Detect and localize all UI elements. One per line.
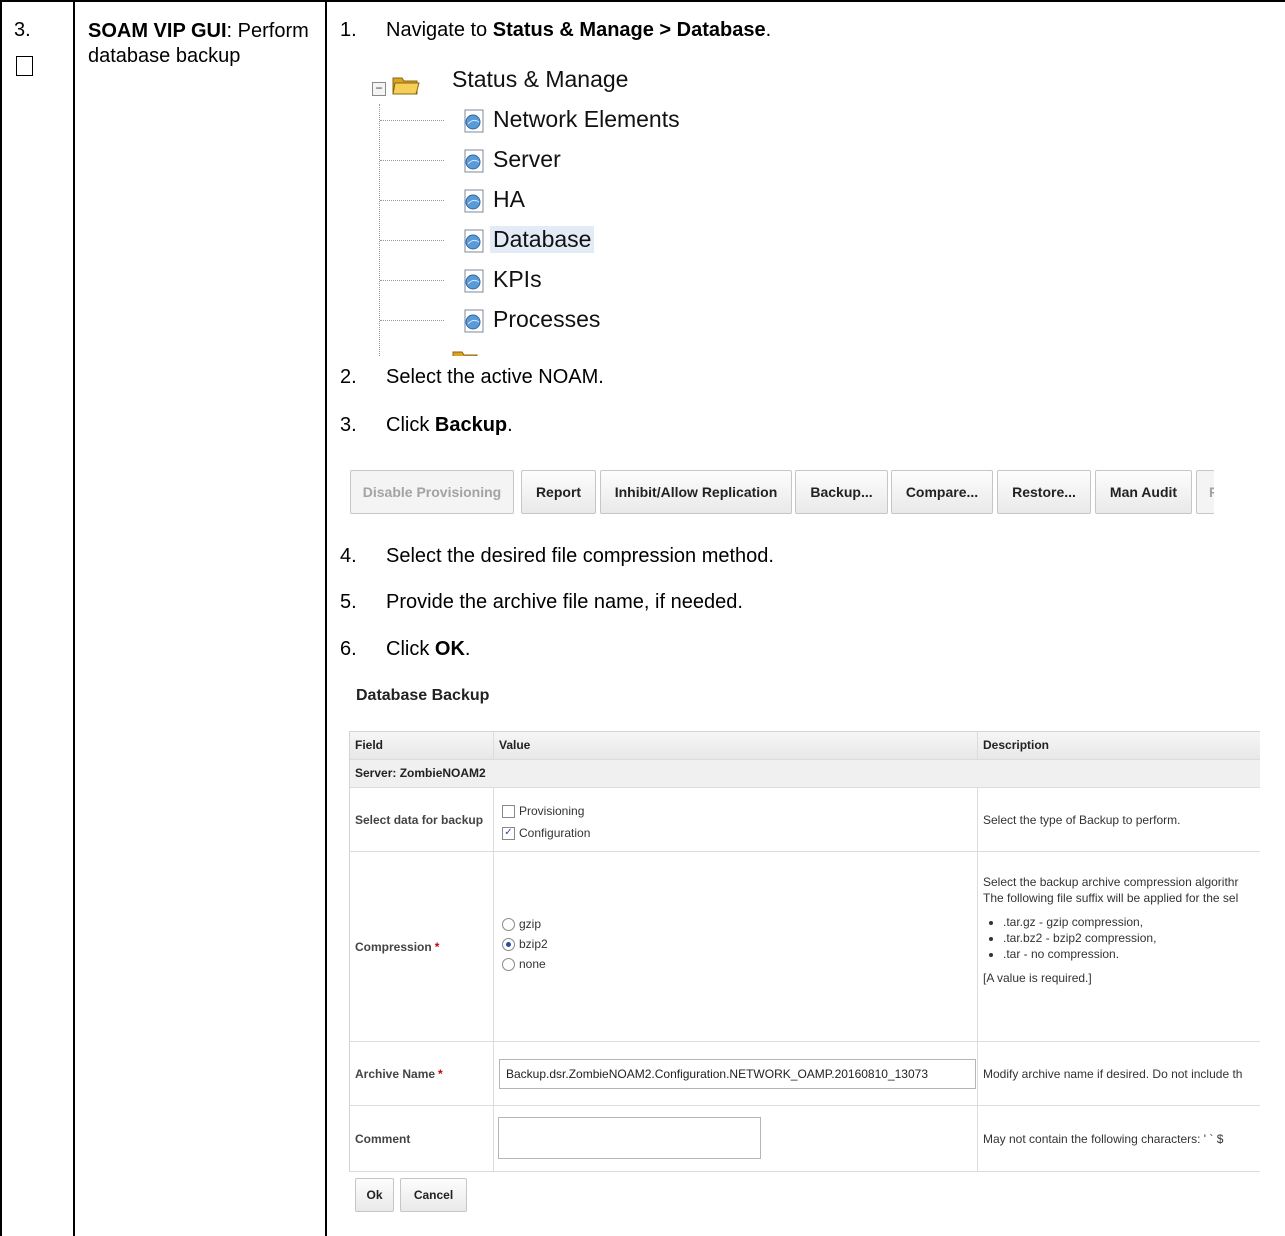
- comment-input[interactable]: [498, 1117, 761, 1159]
- tree-root-label[interactable]: Status & Manage: [452, 66, 628, 93]
- tree-item-database[interactable]: Database: [380, 222, 760, 258]
- folder-icon: [452, 351, 478, 356]
- archive-name-input[interactable]: Backup.dsr.ZombieNOAM2.Configuration.NET…: [499, 1059, 976, 1089]
- header-value: Value: [494, 732, 978, 760]
- ok-button[interactable]: Ok: [355, 1178, 394, 1212]
- instruction-6: 6. Click OK.: [340, 638, 471, 660]
- archive-name-label: Archive Name *: [350, 1042, 494, 1106]
- comment-description: May not contain the following characters…: [978, 1106, 1260, 1172]
- provisioning-option[interactable]: Provisioning: [502, 800, 969, 822]
- server-row: Server: ZombieNOAM2: [350, 760, 1260, 788]
- backup-form-table: Field Value Description Server: ZombieNO…: [349, 731, 1260, 1172]
- tree-item-label: Processes: [493, 306, 601, 332]
- select-data-options: Provisioning ✓ Configuration: [494, 788, 978, 852]
- step-number: 3.: [14, 19, 31, 41]
- collapse-icon[interactable]: −: [372, 82, 386, 96]
- configuration-option[interactable]: ✓ Configuration: [502, 822, 969, 844]
- table-column-divider: [73, 0, 75, 1236]
- none-radio[interactable]: [502, 958, 515, 972]
- instruction-5: 5. Provide the archive file name, if need…: [340, 591, 743, 613]
- gzip-radio[interactable]: [502, 918, 515, 932]
- none-option[interactable]: none: [502, 954, 969, 974]
- header-description: Description: [978, 732, 1260, 760]
- gzip-option[interactable]: gzip: [502, 914, 969, 934]
- tree-item-label: HA: [493, 186, 525, 212]
- tree-item-label: Database: [490, 226, 595, 253]
- restore-button[interactable]: Restore...: [997, 470, 1091, 514]
- compression-options: gzip bzip2 none: [494, 852, 978, 1042]
- tree-item-kpis[interactable]: KPIs: [380, 262, 760, 298]
- cancel-button[interactable]: Cancel: [400, 1178, 467, 1212]
- folder-open-icon: [392, 77, 420, 95]
- archive-name-cell: Backup.dsr.ZombieNOAM2.Configuration.NET…: [494, 1042, 978, 1106]
- navigation-tree: − Status & Manage Network Elements Serve…: [370, 60, 770, 356]
- select-data-description: Select the type of Backup to perform.: [978, 788, 1260, 852]
- bzip2-radio[interactable]: [502, 938, 515, 952]
- select-data-label: Select data for backup: [350, 788, 494, 852]
- tree-item-label: KPIs: [493, 266, 542, 292]
- status-page-icon: [464, 109, 484, 133]
- tree-item-ha[interactable]: HA: [380, 182, 760, 218]
- instruction-1: 1. Navigate to Status & Manage > Database…: [340, 19, 772, 41]
- compare-button[interactable]: Compare...: [891, 470, 993, 514]
- inhibit-allow-replication-button[interactable]: Inhibit/Allow Replication: [600, 470, 792, 514]
- report-button[interactable]: Report: [521, 470, 596, 514]
- configuration-checkbox[interactable]: ✓: [502, 827, 515, 841]
- compression-description: Select the backup archive compression al…: [978, 852, 1260, 1042]
- status-page-icon: [464, 149, 484, 173]
- table-column-divider: [325, 0, 327, 1236]
- archive-name-description: Modify archive name if desired. Do not i…: [978, 1042, 1260, 1106]
- step-checkbox[interactable]: [16, 56, 33, 76]
- tree-item-server[interactable]: Server: [380, 142, 760, 178]
- instruction-4: 4. Select the desired file compression me…: [340, 545, 774, 567]
- step-title: SOAM VIP GUI: Perform database backup: [88, 20, 309, 67]
- instruction-2: 2. Select the active NOAM.: [340, 366, 604, 388]
- tree-item-label: Server: [493, 146, 561, 172]
- instruction-3: 3. Click Backup.: [340, 414, 513, 436]
- table-left-border: [0, 0, 2, 1236]
- tree-item-label: Network Elements: [493, 106, 680, 132]
- comment-cell: [494, 1106, 978, 1172]
- compression-label: Compression *: [350, 852, 494, 1042]
- resume-button[interactable]: Resu: [1196, 470, 1214, 514]
- status-page-icon: [464, 229, 484, 253]
- status-page-icon: [464, 309, 484, 333]
- status-page-icon: [464, 269, 484, 293]
- disable-provisioning-button[interactable]: Disable Provisioning: [350, 470, 514, 514]
- database-toolbar: Disable Provisioning Report Inhibit/Allo…: [350, 470, 1214, 514]
- form-title: Database Backup: [356, 687, 490, 704]
- man-audit-button[interactable]: Man Audit: [1095, 470, 1192, 514]
- provisioning-checkbox[interactable]: [502, 805, 515, 819]
- tree-item-network-elements[interactable]: Network Elements: [380, 102, 760, 138]
- header-field: Field: [350, 732, 494, 760]
- comment-label: Comment: [350, 1106, 494, 1172]
- tree-item-processes[interactable]: Processes: [380, 302, 760, 338]
- bzip2-option[interactable]: bzip2: [502, 934, 969, 954]
- backup-button[interactable]: Backup...: [795, 470, 888, 514]
- table-top-border: [0, 0, 1285, 2]
- status-page-icon: [464, 189, 484, 213]
